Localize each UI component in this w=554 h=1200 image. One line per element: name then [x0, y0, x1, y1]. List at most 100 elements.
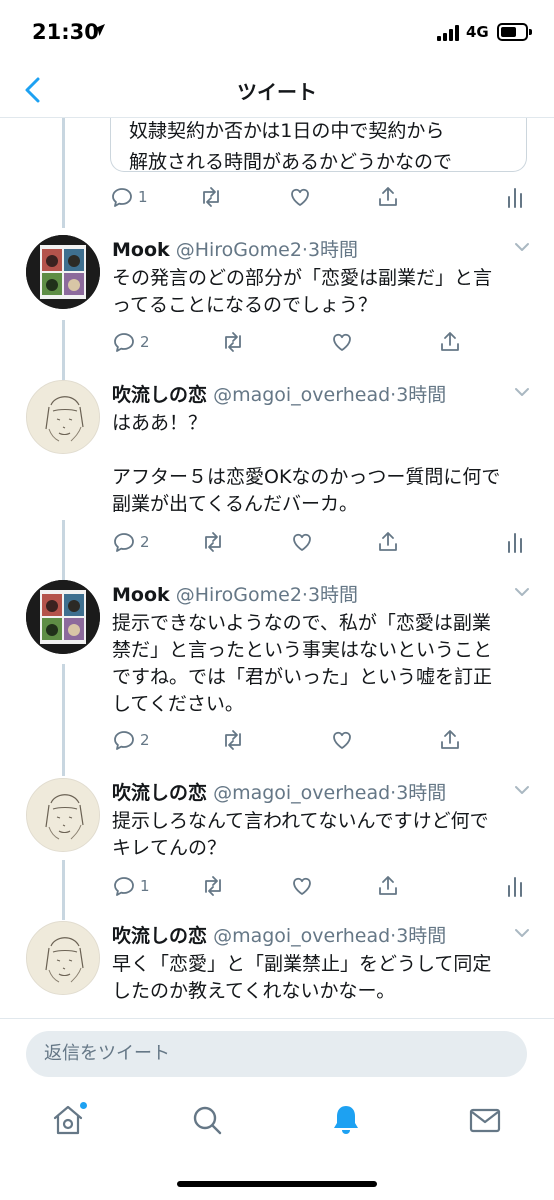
- tweet-actions: 2: [112, 327, 472, 357]
- search-icon: [193, 1106, 222, 1135]
- home-indicator[interactable]: [177, 1181, 377, 1187]
- tweet-actions: 2: [112, 527, 532, 557]
- retweet-button[interactable]: [198, 182, 224, 212]
- tab-search[interactable]: [189, 1102, 229, 1142]
- retweet-icon: [203, 187, 219, 207]
- reply-icon: [114, 877, 134, 896]
- display-name[interactable]: 吹流しの恋: [112, 782, 207, 804]
- tweet-time: ·3時間: [390, 384, 447, 406]
- retweet-button[interactable]: [220, 725, 246, 755]
- signal-icon: [437, 25, 461, 41]
- reply-button[interactable]: 1: [112, 871, 150, 901]
- avatar[interactable]: [26, 380, 100, 454]
- heart-icon: [293, 533, 311, 551]
- reply-count: 1: [138, 188, 148, 206]
- user-handle[interactable]: @HiroGome2: [176, 239, 302, 261]
- analytics-button[interactable]: [506, 871, 524, 901]
- quoted-tweet-text: 奴隷契約か否かは1日の中で契約から 解放される時間があるかどうかなので: [129, 120, 453, 172]
- reply-button[interactable]: 2: [112, 527, 150, 557]
- share-icon: [441, 730, 459, 749]
- reply-icon: [112, 188, 132, 207]
- tab-notifications[interactable]: [328, 1102, 368, 1142]
- nav-bar: ツイート: [0, 64, 554, 118]
- tab-messages[interactable]: [467, 1102, 507, 1142]
- tweet-actions: 1: [112, 871, 532, 901]
- location-arrow-icon: [93, 24, 105, 36]
- tweet-time: ·3時間: [301, 239, 359, 261]
- tweet-actions: 1: [110, 182, 530, 212]
- display-name[interactable]: 吹流しの恋: [112, 384, 207, 406]
- status-bar: 21:30 4G: [0, 0, 554, 64]
- reply-count: 2: [140, 731, 150, 749]
- user-handle[interactable]: @magoi_overhead: [213, 925, 390, 947]
- chevron-down-icon[interactable]: [514, 784, 530, 796]
- reply-button[interactable]: 2: [112, 327, 150, 357]
- like-button[interactable]: [290, 871, 314, 901]
- avatar-image: [27, 779, 99, 851]
- reply-count: 1: [140, 877, 150, 895]
- user-handle[interactable]: @magoi_overhead: [213, 782, 390, 804]
- avatar[interactable]: [26, 921, 100, 995]
- share-icon: [441, 332, 459, 351]
- like-button[interactable]: [330, 725, 354, 755]
- like-button[interactable]: [288, 182, 312, 212]
- chevron-down-icon[interactable]: [514, 386, 530, 398]
- heart-icon: [333, 731, 351, 749]
- retweet-icon: [225, 730, 241, 750]
- avatar[interactable]: [26, 235, 100, 309]
- chevron-down-icon[interactable]: [514, 241, 530, 253]
- user-handle[interactable]: @magoi_overhead: [213, 384, 390, 406]
- thread-line: [62, 520, 65, 580]
- reply-count: 2: [140, 533, 150, 551]
- display-name[interactable]: Mook: [112, 239, 170, 261]
- retweet-button[interactable]: [220, 327, 246, 357]
- chevron-down-icon[interactable]: [514, 927, 530, 939]
- tweet-thread: 奴隷契約か否かは1日の中で契約から 解放される時間があるかどうかなので 1 Mo…: [0, 118, 554, 1018]
- avatar-image: [27, 922, 99, 994]
- reply-button[interactable]: 2: [112, 725, 150, 755]
- tweet-actions: 2: [112, 725, 472, 755]
- mail-icon: [469, 1108, 501, 1133]
- retweet-button[interactable]: [200, 871, 226, 901]
- reply-bar: 返信をツイート: [0, 1018, 554, 1084]
- tweet-text: 早く「恋愛」と「副業禁止」をどうして同定 したのか教えてくれないかなー。: [112, 953, 492, 1002]
- thread-line: [62, 860, 65, 920]
- like-button[interactable]: [290, 527, 314, 557]
- share-icon: [379, 876, 397, 895]
- tab-home[interactable]: [50, 1102, 90, 1142]
- quoted-tweet[interactable]: 奴隷契約か否かは1日の中で契約から 解放される時間があるかどうかなので: [110, 118, 527, 172]
- avatar[interactable]: [26, 778, 100, 852]
- analytics-icon: [508, 533, 522, 553]
- status-time: 21:30: [32, 20, 99, 44]
- reply-button[interactable]: 1: [110, 182, 148, 212]
- share-button[interactable]: [438, 725, 462, 755]
- analytics-icon: [508, 877, 522, 897]
- share-button[interactable]: [376, 527, 400, 557]
- share-button[interactable]: [376, 871, 400, 901]
- display-name[interactable]: Mook: [112, 584, 170, 606]
- chevron-down-icon[interactable]: [514, 586, 530, 598]
- share-button[interactable]: [376, 182, 400, 212]
- retweet-button[interactable]: [200, 527, 226, 557]
- display-name[interactable]: 吹流しの恋: [112, 925, 207, 947]
- tweet-text: 提示しろなんて言われてないんですけど何で キレてんの？: [112, 810, 489, 859]
- reply-count: 2: [140, 333, 150, 351]
- bell-icon: [334, 1106, 358, 1134]
- battery-icon: [497, 23, 532, 41]
- avatar[interactable]: [26, 580, 100, 654]
- analytics-icon: [508, 188, 522, 208]
- retweet-icon: [205, 532, 221, 552]
- tweet-text: はああ！？ アフター５は恋愛OKなのかっつー質問に何で 副業が出てくるんだバーカ…: [112, 412, 501, 515]
- user-handle[interactable]: @HiroGome2: [176, 584, 302, 606]
- tweet-time: ·3時間: [390, 782, 447, 804]
- analytics-button[interactable]: [506, 527, 524, 557]
- reply-icon: [114, 533, 134, 552]
- share-icon: [379, 187, 397, 206]
- share-button[interactable]: [438, 327, 462, 357]
- reply-input[interactable]: 返信をツイート: [26, 1031, 527, 1077]
- reply-icon: [114, 731, 134, 750]
- like-button[interactable]: [330, 327, 354, 357]
- avatar-image: [27, 381, 99, 453]
- retweet-icon: [225, 332, 241, 352]
- analytics-button[interactable]: [506, 182, 524, 212]
